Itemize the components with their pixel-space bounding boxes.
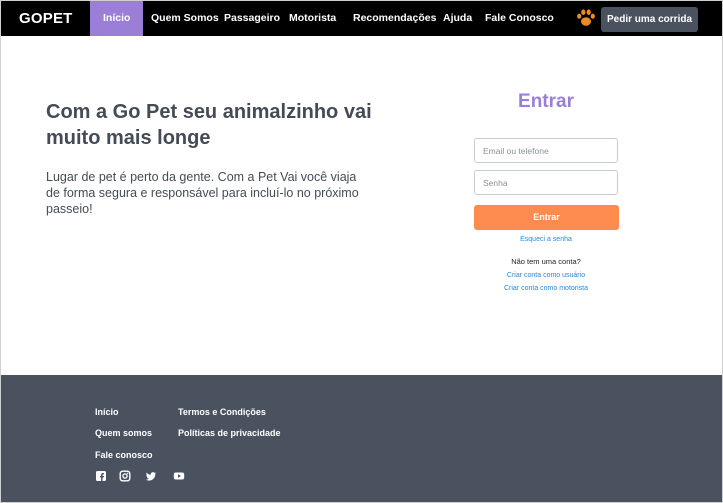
- nav-item-motorista[interactable]: Motorista: [289, 1, 336, 36]
- footer-link-fale-conosco[interactable]: Fale conosco: [95, 450, 153, 460]
- facebook-icon[interactable]: [95, 470, 107, 482]
- footer: Início Quem somos Fale conosco Termos e …: [1, 375, 722, 502]
- nav-item-recomendacoes[interactable]: Recomendações: [353, 1, 436, 36]
- nav-item-fale-conosco[interactable]: Fale Conosco: [485, 1, 554, 36]
- hero-title: Com a Go Pet seu animalzinho vai muito m…: [46, 101, 372, 149]
- navbar: GOPET Início Quem Somos Passageiro Motor…: [1, 1, 722, 36]
- request-ride-button[interactable]: Pedir uma corrida: [601, 7, 698, 32]
- forgot-password-link[interactable]: Esqueci a senha: [474, 236, 618, 243]
- email-field[interactable]: [474, 138, 618, 163]
- password-field[interactable]: [474, 170, 618, 195]
- twitter-icon[interactable]: [145, 470, 157, 482]
- youtube-icon[interactable]: [173, 470, 185, 482]
- footer-link-inicio[interactable]: Início: [95, 407, 119, 417]
- footer-link-termos[interactable]: Termos e Condições: [178, 407, 266, 417]
- login-button[interactable]: Entrar: [474, 205, 619, 230]
- paw-icon[interactable]: [576, 9, 596, 27]
- nav-item-inicio[interactable]: Início: [90, 1, 144, 36]
- nav-item-passageiro[interactable]: Passageiro: [224, 1, 280, 36]
- nav-item-ajuda[interactable]: Ajuda: [443, 1, 472, 36]
- brand-logo[interactable]: GOPET: [19, 10, 73, 27]
- nav-item-quem-somos[interactable]: Quem Somos: [151, 1, 219, 36]
- no-account-text: Não tem uma conta?: [511, 257, 581, 266]
- signup-driver-link[interactable]: Criar conta como motorista: [474, 285, 618, 292]
- footer-link-privacidade[interactable]: Políticas de privacidade: [178, 428, 281, 438]
- page: GOPET Início Quem Somos Passageiro Motor…: [0, 0, 723, 503]
- login-title: Entrar: [518, 91, 574, 112]
- instagram-icon[interactable]: [119, 470, 131, 482]
- signup-user-link[interactable]: Criar conta como usuário: [474, 272, 618, 279]
- hero-text: Lugar de pet é perto da gente. Com a Pet…: [46, 170, 359, 216]
- footer-link-quem-somos[interactable]: Quem somos: [95, 428, 152, 438]
